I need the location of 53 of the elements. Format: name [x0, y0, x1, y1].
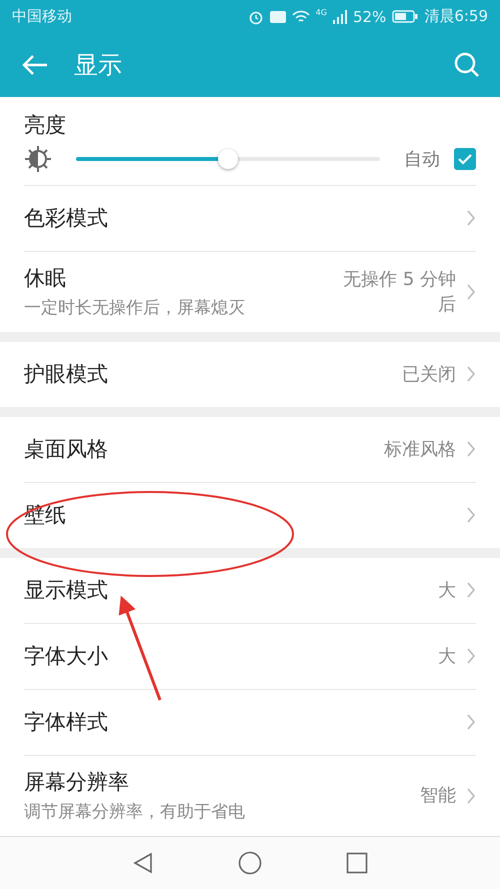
- item-title: 休眠: [24, 265, 67, 292]
- chevron-icon: [466, 786, 476, 805]
- chevron-icon: [466, 506, 476, 524]
- item-value: 已关闭: [402, 362, 456, 387]
- chevron-icon: [466, 647, 476, 666]
- chevron-icon: [466, 581, 476, 600]
- chevron-icon: [466, 365, 476, 384]
- chevron-icon: [466, 282, 476, 301]
- home-icon[interactable]: [238, 850, 262, 875]
- settings-row[interactable]: 色彩模式: [24, 184, 476, 251]
- chevron-icon: [466, 440, 476, 458]
- carrier-name: 中国移动: [12, 7, 73, 26]
- recents-icon[interactable]: [346, 852, 368, 874]
- settings-row[interactable]: 字体样式: [24, 688, 476, 755]
- wifi-icon: [292, 10, 310, 24]
- item-title: 护眼模式: [24, 361, 109, 388]
- settings-row[interactable]: 显示模式 大: [24, 558, 476, 623]
- item-title: 桌面风格: [24, 436, 109, 464]
- slider-thumb[interactable]: [218, 148, 238, 169]
- page-title: 显示: [74, 50, 123, 82]
- settings-row[interactable]: 桌面风格 标准风格: [24, 416, 476, 482]
- back-arrow-icon[interactable]: [22, 54, 48, 76]
- item-value: 智能: [420, 784, 456, 808]
- alarm-icon: [248, 8, 264, 25]
- item-subtitle: 调节屏幕分辨率，有助于省电: [24, 801, 246, 824]
- settings-row[interactable]: 字体大小 大: [24, 622, 476, 689]
- item-title: 字体样式: [24, 709, 109, 736]
- settings-row[interactable]: 护眼模式 已关闭: [24, 342, 476, 407]
- item-title: 亮度: [24, 112, 67, 139]
- item-title: 色彩模式: [24, 205, 109, 232]
- item-title: 屏幕分辨率: [24, 769, 130, 796]
- back-icon[interactable]: [132, 852, 154, 874]
- battery-percent: 52%: [352, 8, 386, 26]
- settings-row[interactable]: 休眠 一定时长无操作后，屏幕熄灭 无操作 5 分钟后: [24, 250, 476, 332]
- network-type: 4G: [316, 8, 327, 17]
- auto-checkbox[interactable]: [454, 148, 476, 170]
- search-icon[interactable]: [454, 52, 480, 78]
- item-title: 字体大小: [24, 643, 109, 670]
- brightness-slider[interactable]: [76, 148, 380, 170]
- signal-icon: [332, 10, 347, 24]
- item-value: 大: [438, 644, 456, 669]
- item-value: 标准风格: [384, 438, 456, 462]
- auto-label: 自动: [404, 148, 440, 171]
- item-subtitle: 一定时长无操作后，屏幕熄灭: [24, 297, 246, 320]
- battery-icon: [392, 10, 418, 24]
- chevron-icon: [466, 713, 476, 732]
- check-icon: [458, 152, 472, 165]
- item-value: 无操作 5 分钟后: [342, 268, 456, 317]
- item-title: 显示模式: [24, 577, 109, 604]
- chevron-icon: [466, 209, 476, 228]
- clock-time: 清晨6:59: [424, 7, 488, 26]
- item-value: 大: [438, 578, 456, 603]
- brightness-icon: [24, 144, 52, 173]
